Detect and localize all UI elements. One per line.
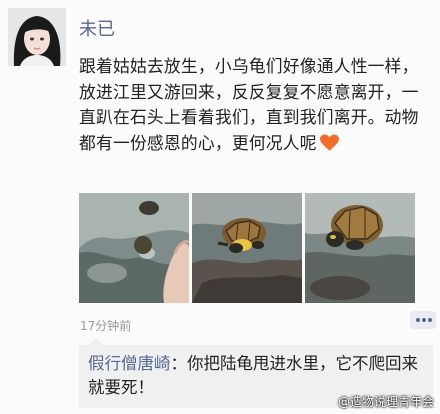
photo-grid	[79, 193, 434, 306]
comment-arrow	[89, 338, 103, 345]
watermark: @造物说理青年会	[337, 395, 434, 409]
heart-emoji-icon	[319, 133, 339, 160]
comment-action-button[interactable]	[410, 311, 436, 329]
photo-hand-turtle[interactable]	[79, 193, 189, 303]
post-time: 17分钟前	[80, 319, 132, 333]
post-body: 跟着姑姑去放生，小乌龟们好像通人性一样，放进江里又游回来，反反复复不愿意离开，一…	[79, 56, 419, 153]
photo-turtle-on-rock[interactable]	[192, 193, 302, 303]
post-text: 跟着姑姑去放生，小乌龟们好像通人性一样，放进江里又游回来，反反复复不愿意离开，一…	[79, 54, 433, 159]
photo-turtle-closeup[interactable]	[305, 193, 415, 303]
comment-separator: ：	[170, 354, 188, 373]
username[interactable]: 未已	[79, 19, 115, 41]
avatar[interactable]	[8, 8, 66, 66]
comment-author[interactable]: 假行僧唐崎	[88, 354, 171, 373]
moment-post: 未已 跟着姑姑去放生，小乌龟们好像通人性一样，放进江里又游回来，反反复复不愿意离…	[0, 0, 440, 414]
